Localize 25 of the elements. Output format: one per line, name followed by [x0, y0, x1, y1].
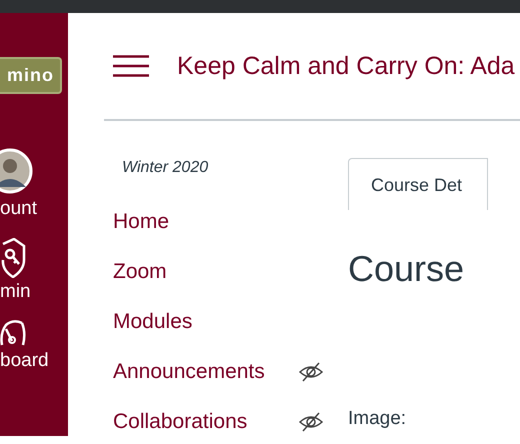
gauge-icon[interactable] [0, 319, 26, 347]
course-nav-link[interactable]: Modules [113, 310, 192, 334]
hidden-eye-icon [298, 361, 324, 383]
course-nav-link[interactable]: Home [113, 210, 170, 234]
shield-icon[interactable] [0, 238, 26, 278]
course-nav-row[interactable]: Collaborations [113, 409, 348, 435]
page-heading: Course [348, 248, 464, 290]
menu-icon[interactable] [113, 55, 149, 77]
course-nav-row[interactable]: Zoom [113, 259, 348, 285]
course-nav-link[interactable]: Announcements [113, 360, 265, 384]
sidebar-item-label[interactable]: board [0, 349, 49, 373]
course-nav-row[interactable]: Home [113, 209, 348, 235]
tab[interactable]: Course Det [348, 158, 488, 210]
course-title[interactable]: Keep Calm and Carry On: Ada [177, 52, 515, 80]
course-nav-link[interactable]: Zoom [113, 260, 167, 284]
avatar[interactable] [0, 147, 34, 195]
course-nav-row[interactable]: Modules [113, 309, 348, 335]
logo[interactable]: mino [0, 57, 62, 94]
course-nav-row[interactable]: Announcements [113, 359, 348, 385]
sidebar-item-label[interactable]: ount [0, 197, 37, 221]
course-nav-link[interactable]: Collaborations [113, 410, 248, 434]
field-label: Image: [348, 408, 406, 430]
hidden-eye-icon [298, 411, 324, 433]
term-label: Winter 2020 [122, 159, 210, 177]
sidebar-item-label[interactable]: min [0, 280, 31, 304]
